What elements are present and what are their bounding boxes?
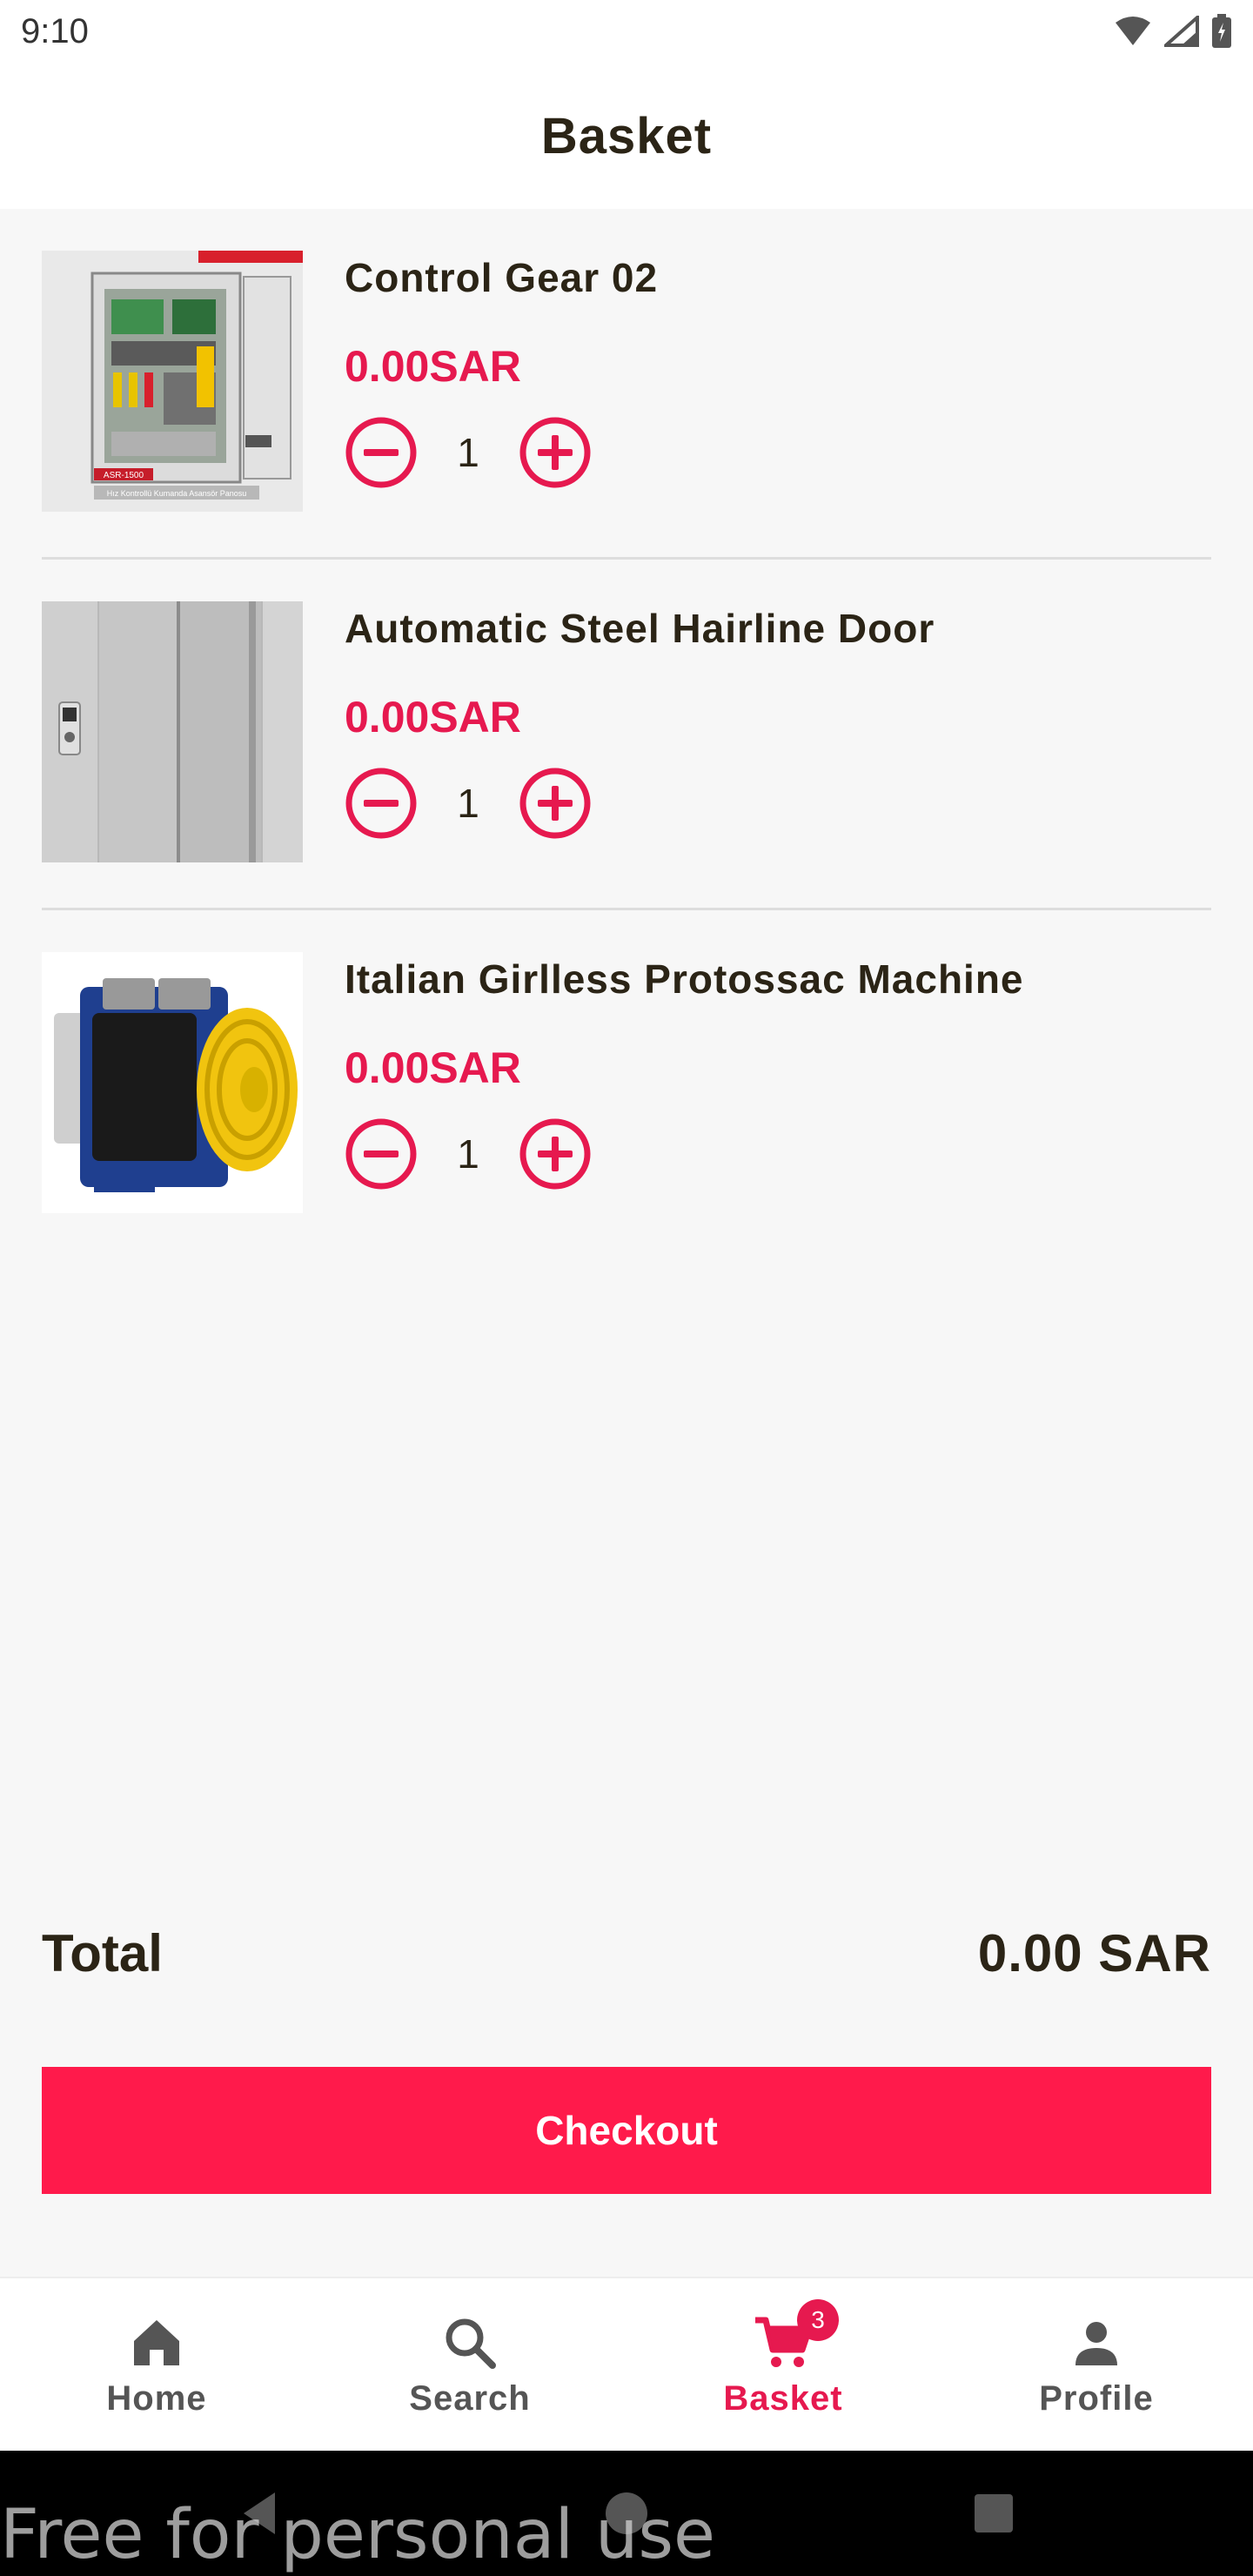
nav-item-search[interactable]: Search: [313, 2278, 626, 2451]
item-price: 0.00SAR: [345, 1043, 521, 1092]
item-price: 0.00SAR: [345, 693, 521, 741]
checkout-button[interactable]: Checkout: [42, 2067, 1211, 2194]
status-bar: 9:10: [0, 0, 1253, 63]
cart-icon: 3: [752, 2298, 839, 2374]
app-bar: Basket: [0, 63, 1253, 209]
quantity-stepper: 1: [345, 416, 592, 489]
decrease-quantity-button[interactable]: [345, 767, 418, 840]
item-name[interactable]: Control Gear 02: [345, 254, 658, 301]
decrease-quantity-button[interactable]: [345, 1117, 418, 1191]
person-icon: [1065, 2311, 1128, 2374]
machine-image[interactable]: [42, 952, 303, 1213]
battery-icon: [1212, 14, 1231, 48]
nav-item-basket[interactable]: 3 Basket: [626, 2278, 940, 2451]
total-value: 0.00 SAR: [977, 1924, 1211, 1982]
nav-label-home: Home: [106, 2378, 207, 2418]
image-label: ASR-1500: [104, 471, 144, 480]
basket-item: Italian Girlless Protossac Machine 0.00S…: [42, 952, 1211, 1303]
nav-label-basket: Basket: [723, 2378, 843, 2418]
basket-item: ASR-1500 Hız Kontrollü Kumanda Asansör P…: [42, 251, 1211, 601]
total-label: Total: [42, 1924, 163, 1982]
item-name[interactable]: Automatic Steel Hairline Door: [345, 605, 935, 652]
nav-label-profile: Profile: [1039, 2378, 1154, 2418]
control-gear-image[interactable]: ASR-1500 Hız Kontrollü Kumanda Asansör P…: [42, 251, 303, 512]
quantity-stepper: 1: [345, 767, 592, 840]
signal-icon: [1164, 16, 1199, 47]
quantity-stepper: 1: [345, 1117, 592, 1191]
system-nav-bar: Free for personal use: [0, 2451, 1253, 2576]
wifi-icon: [1116, 17, 1150, 45]
image-caption: Hız Kontrollü Kumanda Asansör Panosu: [107, 489, 247, 498]
item-divider: [42, 908, 1211, 910]
nav-item-home[interactable]: Home: [0, 2278, 313, 2451]
item-price: 0.00SAR: [345, 342, 521, 391]
nav-item-profile[interactable]: Profile: [940, 2278, 1253, 2451]
status-icons: [1114, 14, 1232, 49]
item-name[interactable]: Italian Girlless Protossac Machine: [345, 956, 1024, 1003]
increase-quantity-button[interactable]: [519, 1117, 592, 1191]
page-title: Basket: [540, 107, 713, 164]
increase-quantity-button[interactable]: [519, 767, 592, 840]
recents-icon[interactable]: [968, 2487, 1020, 2539]
nav-label-search: Search: [409, 2378, 531, 2418]
quantity-value: 1: [457, 430, 479, 475]
home-icon: [125, 2311, 188, 2374]
search-icon: [439, 2311, 501, 2374]
basket-item: Automatic Steel Hairline Door 0.00SAR 1: [42, 601, 1211, 952]
basket-item-list: ASR-1500 Hız Kontrollü Kumanda Asansör P…: [42, 251, 1211, 1303]
bottom-nav: Home Search 3 Basket Profile: [0, 2277, 1253, 2451]
item-divider: [42, 557, 1211, 560]
total-row: Total 0.00 SAR: [42, 1923, 1211, 1983]
status-time: 9:10: [21, 11, 89, 50]
quantity-value: 1: [457, 781, 479, 826]
steel-door-image[interactable]: [42, 601, 303, 862]
increase-quantity-button[interactable]: [519, 416, 592, 489]
decrease-quantity-button[interactable]: [345, 416, 418, 489]
cart-count-badge: 3: [797, 2298, 839, 2341]
basket-screen: 9:10 Basket ASR-1500 Hız Kontrollü Kuman…: [0, 0, 1253, 2576]
watermark-text: Free for personal use: [0, 2496, 716, 2574]
quantity-value: 1: [457, 1131, 479, 1177]
